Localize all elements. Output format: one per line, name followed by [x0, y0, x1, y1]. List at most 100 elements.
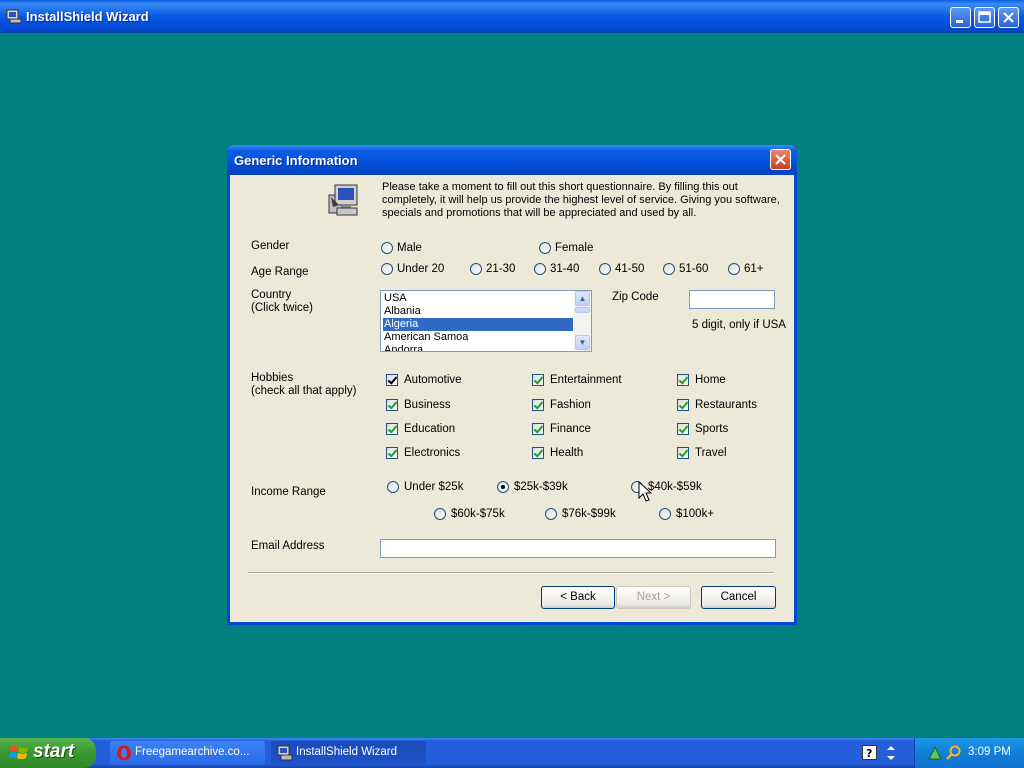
chevron-up-icon: ▲	[578, 294, 587, 303]
hobby-sports-checkbox[interactable]	[677, 423, 689, 435]
maximize-button[interactable]	[974, 7, 995, 28]
hobby-entertainment-checkbox[interactable]	[532, 374, 544, 386]
income-60k-75k-radio[interactable]	[434, 508, 446, 520]
close-window-button[interactable]	[998, 7, 1019, 28]
income-under-25k-radio[interactable]	[387, 481, 399, 493]
age-61-plus-label: 61+	[744, 263, 764, 275]
hobby-education-checkbox[interactable]	[386, 423, 398, 435]
age-range-label: Age Range	[251, 266, 309, 278]
taskbar-item-freegamearchive[interactable]: Freegamearchive.co...	[110, 741, 265, 765]
income-range-label: Income Range	[251, 486, 326, 498]
taskbar-item-installshield[interactable]: InstallShield Wizard	[271, 741, 426, 765]
hobby-business-checkbox[interactable]	[386, 399, 398, 411]
installshield-icon	[277, 745, 293, 761]
country-item-andorra[interactable]: Andorra	[383, 344, 573, 351]
email-address-label: Email Address	[251, 540, 325, 552]
hobbies-hint: (check all that apply)	[251, 385, 357, 397]
clock: 3:09 PM	[968, 746, 1011, 758]
zip-code-input[interactable]	[689, 290, 775, 309]
zip-code-hint: 5 digit, only if USA	[692, 319, 786, 331]
gender-label: Gender	[251, 240, 290, 252]
start-label: start	[33, 741, 75, 762]
scroll-down-button[interactable]: ▼	[575, 335, 590, 350]
back-button[interactable]: < Back	[541, 586, 615, 609]
age-21-30-radio[interactable]	[470, 263, 482, 275]
next-button[interactable]: Next >	[616, 586, 691, 609]
country-scrollbar[interactable]: ▲ ▼	[574, 291, 591, 351]
age-31-40-radio[interactable]	[534, 263, 546, 275]
country-label: Country	[251, 289, 292, 301]
taskbar-item-label: InstallShield Wizard	[296, 746, 397, 758]
maximize-icon	[978, 11, 991, 23]
hobby-restaurants-checkbox[interactable]	[677, 399, 689, 411]
hobby-home-checkbox[interactable]	[677, 374, 689, 386]
gender-female-radio[interactable]	[539, 242, 551, 254]
hobby-travel-label: Travel	[695, 447, 727, 459]
svg-text:?: ?	[866, 747, 872, 760]
taskbar-item-label: Freegamearchive.co...	[135, 746, 250, 758]
gender-male-radio[interactable]	[381, 242, 393, 254]
hobby-health-checkbox[interactable]	[532, 447, 544, 459]
generic-information-dialog: Generic Information Please take a moment…	[227, 145, 797, 625]
age-51-60-radio[interactable]	[663, 263, 675, 275]
cancel-button[interactable]: Cancel	[701, 586, 776, 609]
windows-logo-icon	[9, 746, 28, 759]
search-icon[interactable]	[946, 745, 962, 761]
language-bar-icon[interactable]	[886, 746, 896, 760]
income-76k-99k-radio[interactable]	[545, 508, 557, 520]
hobby-automotive-checkbox[interactable]	[386, 374, 398, 386]
age-under-20-label: Under 20	[397, 263, 445, 275]
gender-female-label: Female	[555, 242, 594, 254]
country-item-albania[interactable]: Albania	[383, 305, 573, 318]
scroll-up-button[interactable]: ▲	[575, 291, 590, 306]
main-window-title: InstallShield Wizard	[26, 9, 149, 24]
age-under-20-radio[interactable]	[381, 263, 393, 275]
opera-icon	[117, 745, 131, 761]
main-titlebar[interactable]: InstallShield Wizard	[0, 0, 1024, 33]
income-40k-59k-label: $40k-$59k	[648, 481, 702, 493]
zip-code-label: Zip Code	[612, 291, 659, 303]
minimize-button[interactable]	[950, 7, 971, 28]
age-41-50-radio[interactable]	[599, 263, 611, 275]
hobby-automotive-label: Automotive	[404, 374, 462, 386]
close-icon	[775, 154, 786, 165]
income-25k-39k-radio[interactable]	[497, 481, 509, 493]
country-item-algeria[interactable]: Algeria	[383, 318, 573, 331]
close-icon	[1003, 12, 1014, 23]
dialog-title: Generic Information	[234, 153, 358, 168]
taskbar: start Freegamearchive.co... InstallShiel…	[0, 738, 1024, 768]
network-icon[interactable]	[927, 745, 943, 761]
start-button[interactable]: start	[0, 738, 96, 768]
dialog-close-button[interactable]	[770, 149, 791, 170]
minimize-icon	[956, 20, 963, 23]
email-address-input[interactable]	[380, 539, 776, 558]
hobby-finance-label: Finance	[550, 423, 591, 435]
country-item-usa[interactable]: USA	[383, 292, 573, 305]
hobby-electronics-checkbox[interactable]	[386, 447, 398, 459]
chevron-down-icon: ▼	[578, 338, 587, 347]
country-listbox[interactable]: USA Albania Algeria American Samoa Andor…	[380, 290, 592, 352]
income-100k-plus-radio[interactable]	[659, 508, 671, 520]
hobby-entertainment-label: Entertainment	[550, 374, 622, 386]
scroll-thumb[interactable]	[575, 307, 590, 313]
hobby-business-label: Business	[404, 399, 451, 411]
country-hint: (Click twice)	[251, 302, 313, 314]
hobby-finance-checkbox[interactable]	[532, 423, 544, 435]
country-item-american-samoa[interactable]: American Samoa	[383, 331, 573, 344]
age-41-50-label: 41-50	[615, 263, 645, 275]
income-25k-39k-label: $25k-$39k	[514, 481, 568, 493]
setup-computer-icon	[328, 184, 358, 216]
age-21-30-label: 21-30	[486, 263, 516, 275]
separator	[248, 572, 774, 574]
hobby-health-label: Health	[550, 447, 584, 459]
dialog-body: Please take a moment to fill out this sh…	[230, 175, 794, 622]
hobby-fashion-checkbox[interactable]	[532, 399, 544, 411]
dialog-titlebar[interactable]: Generic Information	[227, 145, 797, 175]
intro-text: Please take a moment to fill out this sh…	[382, 181, 780, 219]
system-tray: 3:09 PM	[914, 738, 1024, 768]
age-61-plus-radio[interactable]	[728, 263, 740, 275]
income-100k-plus-label: $100k+	[676, 508, 715, 520]
hobby-travel-checkbox[interactable]	[677, 447, 689, 459]
hobby-restaurants-label: Restaurants	[695, 399, 758, 411]
help-icon[interactable]: ?	[862, 745, 877, 760]
